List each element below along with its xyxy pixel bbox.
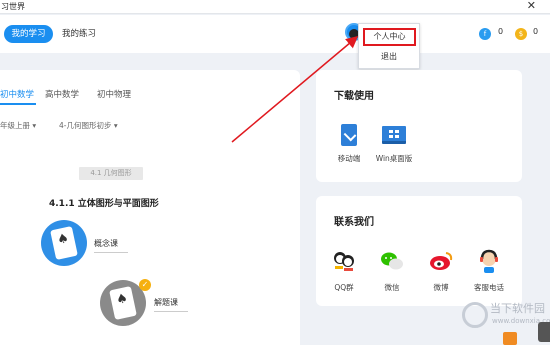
download-card: 下载使用 移动端 Win桌面版 <box>316 70 522 182</box>
floating-tool-icon[interactable] <box>503 332 517 345</box>
user-dropdown-menu: 个人中心 退出 <box>358 23 420 69</box>
customer-service-icon[interactable] <box>476 248 502 274</box>
grade-filter[interactable]: 年级上册 ▾ <box>0 120 36 131</box>
active-tab-underline <box>0 103 36 105</box>
tab-my-learning[interactable]: 我的学习 <box>4 25 53 43</box>
tab-junior-math[interactable]: 初中数学 <box>0 88 34 100</box>
gold-coin-count: 0 <box>533 27 539 36</box>
window-titlebar: 习世界 ✕ <box>0 0 550 14</box>
windows-desktop-icon[interactable] <box>382 126 406 144</box>
windows-desktop-label[interactable]: Win桌面版 <box>364 153 424 164</box>
close-icon[interactable]: ✕ <box>527 0 536 12</box>
chapter-filter[interactable]: 4-几何图形初步 ▾ <box>59 120 118 131</box>
check-badge-icon: ✓ <box>139 279 151 291</box>
solution-course-label[interactable]: 解题课 <box>154 297 178 308</box>
window-title: 习世界 <box>1 2 25 11</box>
contact-card: 联系我们 QQ群 微信 微博 客服电话 <box>316 196 522 306</box>
section-tag: 4.1 几何图形 <box>79 167 143 180</box>
contact-card-title: 联系我们 <box>334 217 374 228</box>
spade-card-icon: ♠ <box>109 286 137 320</box>
side-menu-icon[interactable] <box>538 322 550 342</box>
watermark-logo-icon <box>462 302 488 328</box>
blue-coin-icon: f <box>479 28 491 40</box>
wechat-icon[interactable] <box>379 248 405 274</box>
spade-card-icon: ♠ <box>50 226 78 260</box>
course-panel: 初中数学 高中数学 初中物理 年级上册 ▾ 4-几何图形初步 ▾ 4.1 几何图… <box>0 70 300 345</box>
top-nav: 我的学习 我的练习 f 0 $ 0 <box>0 15 550 53</box>
weibo-icon[interactable] <box>428 248 454 274</box>
concept-course-label[interactable]: 概念课 <box>94 238 118 249</box>
tab-junior-physics[interactable]: 初中物理 <box>97 88 131 100</box>
watermark-text: 当下软件园 <box>490 302 545 315</box>
section-title: 4.1.1 立体图形与平面图形 <box>49 199 159 209</box>
tab-my-practice[interactable]: 我的练习 <box>62 25 96 43</box>
menu-item-logout[interactable]: 退出 <box>359 48 419 66</box>
gold-coin-icon: $ <box>515 28 527 40</box>
concept-course-icon[interactable]: ♠ <box>41 220 87 266</box>
blue-coin-count: 0 <box>498 27 504 36</box>
download-card-title: 下载使用 <box>334 91 374 102</box>
qq-group-icon[interactable] <box>331 248 357 274</box>
divider <box>94 252 128 253</box>
customer-service-label[interactable]: 客服电话 <box>459 282 519 293</box>
divider <box>154 311 188 312</box>
tab-senior-math[interactable]: 高中数学 <box>45 88 79 100</box>
menu-item-personal-center[interactable]: 个人中心 <box>363 28 416 46</box>
mobile-download-icon[interactable] <box>341 124 357 146</box>
